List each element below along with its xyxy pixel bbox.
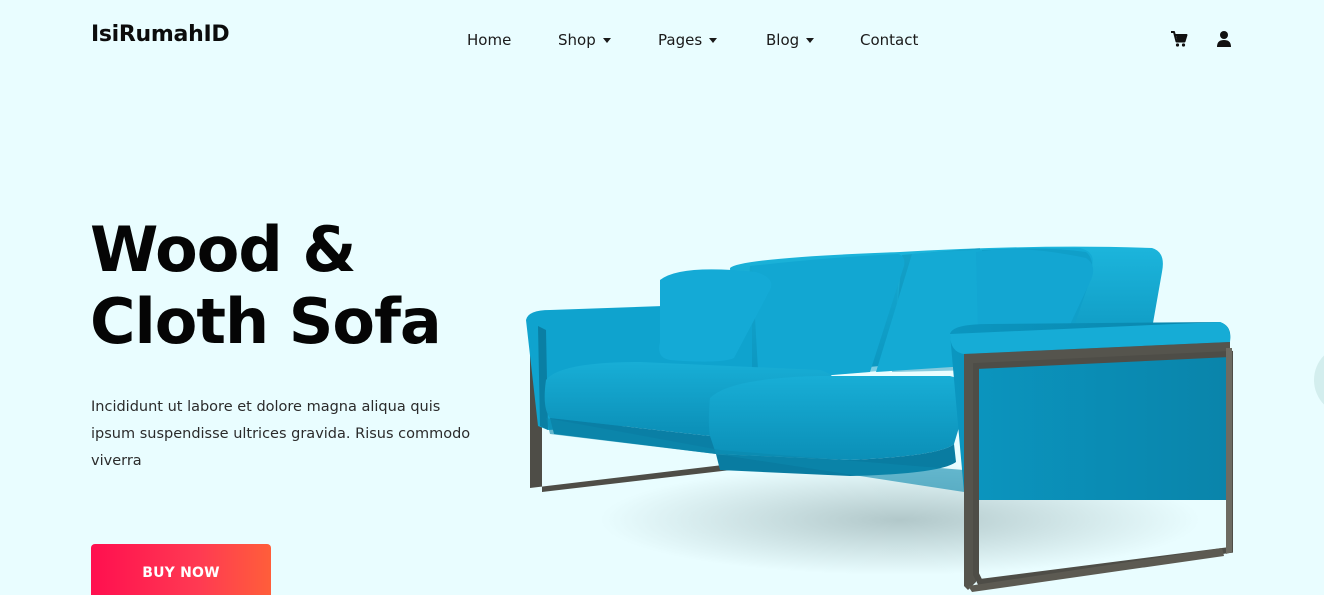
nav-item-contact[interactable]: Contact <box>860 31 918 49</box>
nav-item-home[interactable]: Home <box>467 31 511 49</box>
caret-down-icon <box>709 37 718 43</box>
nav-item-blog[interactable]: Blog <box>766 31 815 49</box>
nav-label: Blog <box>766 31 800 49</box>
account-button[interactable] <box>1216 30 1236 50</box>
buy-now-button[interactable]: BUY NOW <box>91 544 271 595</box>
hero-title-line-1: Wood & <box>90 213 356 286</box>
nav-label: Pages <box>658 31 703 49</box>
cart-icon <box>1171 31 1188 47</box>
slider-next-button[interactable] <box>1314 345 1324 415</box>
cart-button[interactable] <box>1170 30 1190 50</box>
sofa-image <box>526 246 1233 592</box>
user-icon <box>1217 31 1231 47</box>
nav-label: Home <box>467 31 512 49</box>
hero-description: Incididunt ut labore et dolore magna ali… <box>91 399 471 469</box>
nav-label: Shop <box>558 31 596 49</box>
hero-title: Wood & Cloth Sofa <box>90 213 442 358</box>
brand-logo[interactable]: IsiRumahID <box>91 22 230 47</box>
caret-down-icon <box>602 37 611 43</box>
nav-item-shop[interactable]: Shop <box>558 31 611 49</box>
caret-down-icon <box>806 37 815 43</box>
nav-item-pages[interactable]: Pages <box>658 31 718 49</box>
site-header: IsiRumahID Home Shop Pages Blog Contact <box>0 0 1324 80</box>
nav-label: Contact <box>860 31 919 49</box>
hero-title-line-2: Cloth Sofa <box>90 285 442 358</box>
